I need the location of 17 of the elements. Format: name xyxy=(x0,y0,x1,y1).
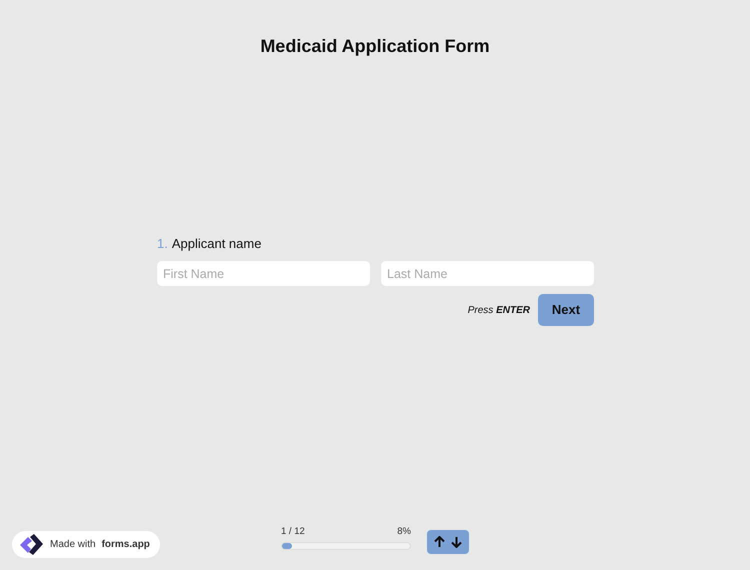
form-title: Medicaid Application Form xyxy=(259,36,491,58)
branding-text: Made with xyxy=(50,538,96,552)
next-button[interactable]: Next xyxy=(538,294,594,326)
first-name-field[interactable]: First Name xyxy=(157,261,370,286)
enter-hint: Press ENTER xyxy=(468,304,530,318)
question-number: 1. xyxy=(157,234,168,253)
previous-button[interactable] xyxy=(434,536,445,548)
up-arrow-icon xyxy=(434,536,445,548)
progress-count: 1 / 12 xyxy=(281,525,305,539)
last-name-field[interactable]: Last Name xyxy=(381,261,594,286)
down-arrow-icon xyxy=(451,536,462,548)
next-question-button[interactable] xyxy=(451,536,462,548)
brand-name: forms.app xyxy=(102,538,150,552)
progress-percent: 8% xyxy=(397,525,411,539)
branding-badge[interactable]: Made with forms.app xyxy=(12,531,160,558)
logo-icon xyxy=(18,534,44,556)
question-label: Applicant name xyxy=(172,234,262,253)
